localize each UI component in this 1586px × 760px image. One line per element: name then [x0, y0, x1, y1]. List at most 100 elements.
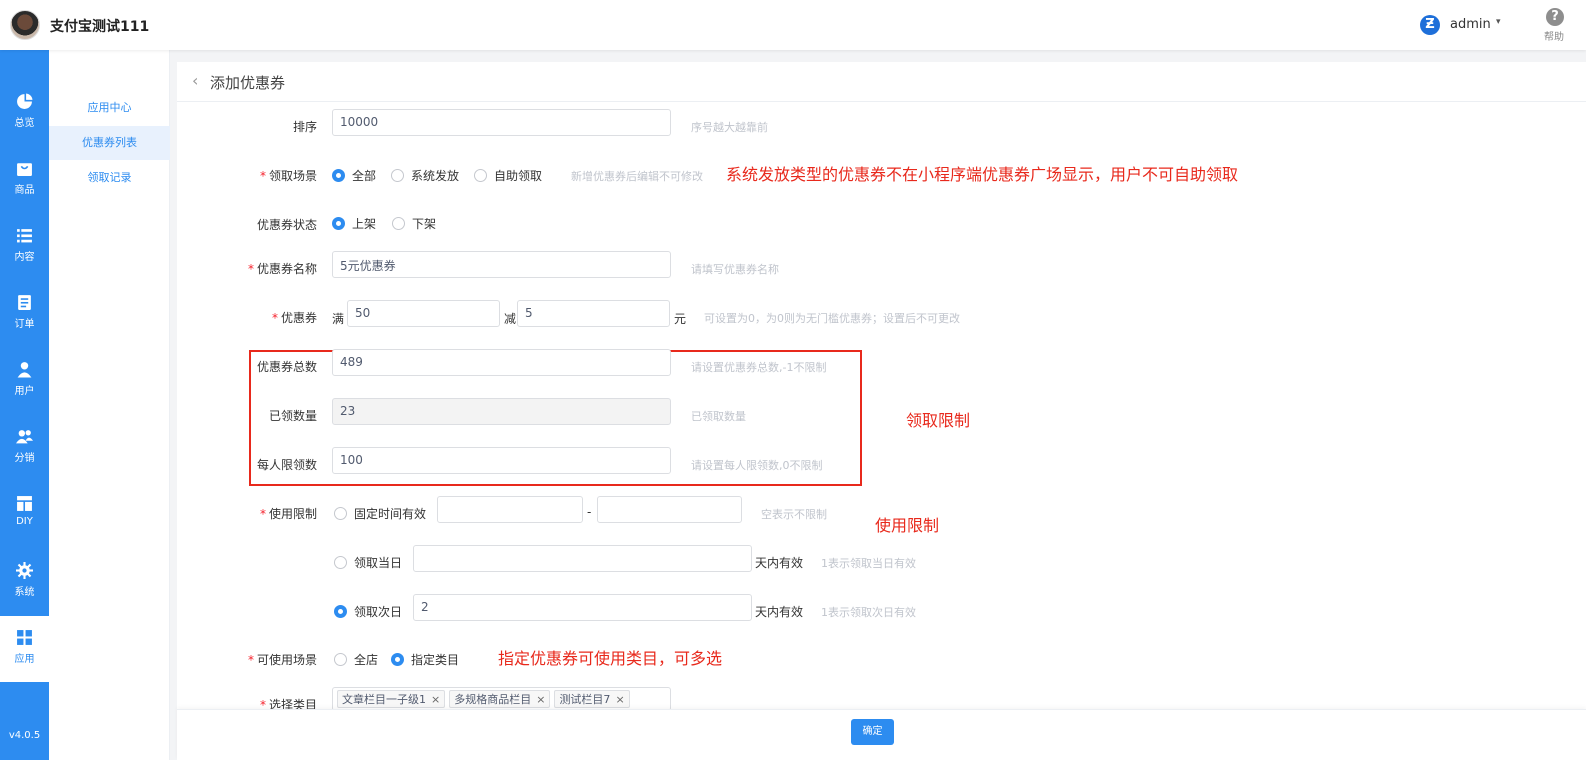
help-icon[interactable]: ? — [1546, 8, 1564, 26]
annotation-use: 使用限制 — [875, 516, 940, 535]
next-day-suffix: 天内有效 — [755, 605, 804, 619]
sidebar-item-label: 总览 — [14, 118, 35, 129]
sidebar-item-apps[interactable]: 应用 — [0, 616, 49, 682]
sidebar-item-order[interactable]: 订单 — [0, 281, 49, 347]
admin-username[interactable]: admin — [1450, 17, 1491, 32]
status-radio-off[interactable]: 下架 — [392, 215, 436, 232]
sidebar-item-distribution[interactable]: 分销 — [0, 415, 49, 481]
usable-radio-category[interactable]: 指定类目 — [391, 651, 459, 668]
version-label: v4.0.5 — [8, 730, 41, 741]
start-date-input[interactable] — [437, 496, 583, 523]
sidebar-item-content[interactable]: 内容 — [0, 214, 49, 280]
radio-dot — [391, 169, 404, 182]
sidebar-item-diy[interactable]: DIY — [0, 482, 49, 548]
admin-logo-icon[interactable]: Ƶ — [1420, 15, 1440, 35]
chevron-down-icon[interactable]: ▾ — [1496, 17, 1501, 27]
range-hint: 空表示不限制 — [761, 508, 827, 521]
layout-icon — [17, 496, 32, 511]
same-day-suffix: 天内有效 — [755, 556, 804, 570]
scene-radio-self[interactable]: 自助领取 — [474, 167, 542, 184]
category-tag: 多规格商品栏目 × — [449, 690, 551, 708]
sidebar-item-overview[interactable]: 总览 — [0, 80, 49, 146]
total-label: 优惠券总数 — [256, 360, 317, 374]
submenu-item-app-center[interactable]: 应用中心 — [49, 91, 170, 125]
radio-dot — [332, 217, 345, 230]
confirm-button[interactable]: 确定 — [851, 719, 894, 745]
annotation-limit: 领取限制 — [906, 411, 971, 430]
store-name: 支付宝测试111 — [50, 19, 150, 35]
main-content: ‹ 添加优惠券 排序 10000 序号越大越靠前 * 领取场景 全部 系统发放 自… — [177, 62, 1586, 760]
radio-dot — [334, 653, 347, 666]
full-label: 满 — [332, 312, 345, 326]
unit-label: 元 — [674, 312, 687, 326]
next-day-hint: 1表示领取次日有效 — [821, 606, 916, 619]
status-radio-on[interactable]: 上架 — [332, 215, 376, 232]
status-label: 优惠券状态 — [256, 218, 317, 232]
same-day-hint: 1表示领取当日有效 — [821, 557, 916, 570]
radio-dot — [334, 605, 347, 618]
sidebar-item-label: 用户 — [14, 386, 35, 397]
scene-hint: 新增优惠券后编辑不可修改 — [571, 170, 703, 183]
sidebar-item-goods[interactable]: 商品 — [0, 147, 49, 213]
next-day-input[interactable]: 2 — [413, 594, 752, 621]
close-icon[interactable]: × — [536, 693, 545, 706]
sidebar-item-label: DIY — [16, 516, 33, 527]
main-sidebar: 总览 商品 内容 订单 用户 分销 DIY 系统 应用 v4.0.5 — [0, 50, 49, 760]
per-limit-input[interactable]: 100 — [332, 447, 671, 474]
top-header: 支付宝测试111 Ƶ admin ▾ ? 帮助 — [0, 0, 1586, 50]
sub-sidebar: 应用中心 优惠券列表 领取记录 — [49, 50, 170, 760]
name-hint: 请填写优惠券名称 — [691, 263, 779, 276]
scene-radio-all[interactable]: 全部 — [332, 167, 376, 184]
pie-chart-icon — [17, 93, 33, 109]
submenu-item-receive-records[interactable]: 领取记录 — [49, 161, 170, 195]
received-hint: 已领取数量 — [691, 410, 746, 423]
radio-dot — [391, 653, 404, 666]
annotation-scene: 系统发放类型的优惠券不在小程序端优惠券广场显示，用户不可自助领取 — [726, 165, 1239, 184]
close-icon[interactable]: × — [615, 693, 624, 706]
sort-hint: 序号越大越靠前 — [691, 121, 768, 134]
usable-scene-label: * 可使用场景 — [247, 653, 317, 667]
scene-radio-system[interactable]: 系统发放 — [391, 167, 459, 184]
submenu-item-coupon-list[interactable]: 优惠券列表 — [49, 126, 170, 160]
use-limit-radio-next-day[interactable]: 领取次日 — [334, 603, 402, 620]
close-icon[interactable]: × — [431, 693, 440, 706]
scene-label: * 领取场景 — [259, 169, 317, 183]
store-avatar[interactable] — [10, 10, 40, 40]
received-label: 已领数量 — [268, 409, 317, 423]
category-tag: 文章栏目一子级1 × — [337, 690, 446, 708]
same-day-input[interactable] — [413, 545, 752, 572]
help-label[interactable]: 帮助 — [1544, 28, 1564, 43]
sort-label: 排序 — [292, 120, 317, 134]
full-amount-input[interactable]: 50 — [347, 300, 500, 327]
sidebar-item-user[interactable]: 用户 — [0, 348, 49, 414]
use-limit-label: * 使用限制 — [259, 507, 317, 521]
back-icon[interactable]: ‹ — [192, 71, 198, 90]
use-limit-radio-same-day[interactable]: 领取当日 — [334, 554, 402, 571]
form-footer: 确定 — [177, 709, 1586, 760]
category-select[interactable]: 文章栏目一子级1 × 多规格商品栏目 × 测试栏目7 × — [332, 687, 671, 711]
radio-dot — [474, 169, 487, 182]
list-icon — [17, 229, 32, 243]
received-input: 23 — [332, 398, 671, 425]
per-limit-label: 每人限领数 — [256, 458, 317, 472]
users-icon — [16, 430, 33, 444]
apps-icon — [17, 630, 32, 645]
coupon-name-input[interactable]: 5元优惠券 — [332, 251, 671, 278]
radio-dot — [332, 169, 345, 182]
document-icon — [18, 295, 31, 310]
sidebar-item-label: 订单 — [14, 319, 35, 330]
minus-label: 减 — [504, 312, 517, 326]
per-limit-hint: 请设置每人限领数,0不限制 — [691, 459, 823, 472]
minus-amount-input[interactable]: 5 — [517, 300, 670, 327]
usable-radio-store[interactable]: 全店 — [334, 651, 378, 668]
radio-dot — [334, 556, 347, 569]
page-title: 添加优惠券 — [210, 74, 286, 92]
end-date-input[interactable] — [597, 496, 742, 523]
range-separator: - — [587, 505, 592, 519]
use-limit-radio-fixed[interactable]: 固定时间有效 — [334, 505, 426, 522]
coupon-hint: 可设置为0，为0则为无门槛优惠券；设置后不可更改 — [704, 312, 960, 325]
total-input[interactable]: 489 — [332, 349, 671, 376]
sidebar-item-system[interactable]: 系统 — [0, 549, 49, 615]
sort-input[interactable]: 10000 — [332, 109, 671, 136]
sidebar-item-label: 分销 — [14, 453, 35, 464]
